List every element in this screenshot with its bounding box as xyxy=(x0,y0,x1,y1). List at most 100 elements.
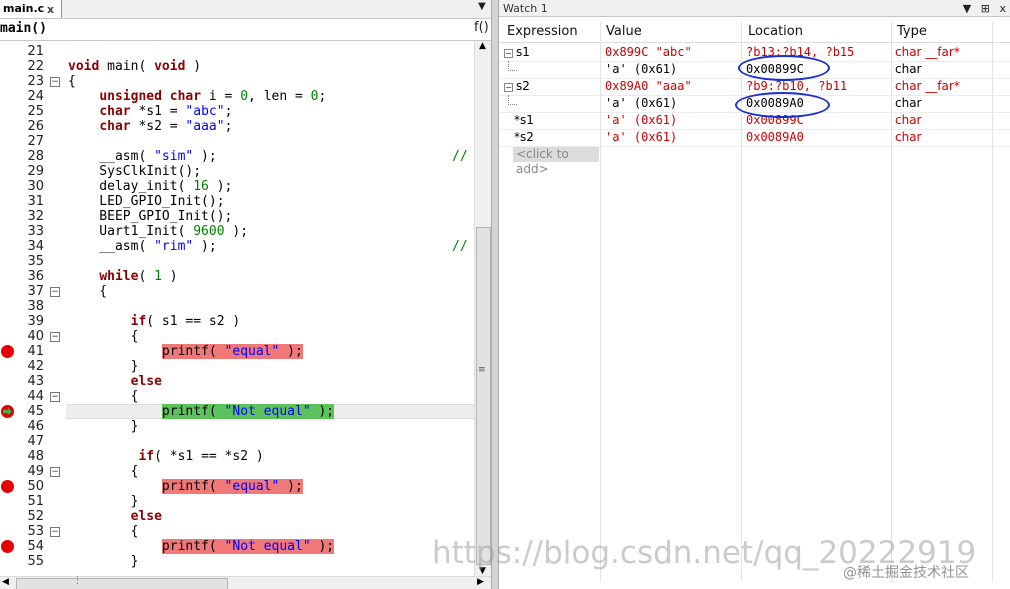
line-number: 29 xyxy=(27,164,44,179)
code-line[interactable]: while( 1 ) xyxy=(68,269,177,284)
breakpoint-icon[interactable] xyxy=(1,345,14,358)
function-bar: main() f() xyxy=(0,19,491,41)
code-line[interactable]: if( *s1 == *s2 ) xyxy=(68,449,263,464)
code-line[interactable]: else xyxy=(68,509,162,524)
code-line[interactable]: } xyxy=(68,419,139,434)
line-number: 40 xyxy=(27,329,44,344)
line-gutter[interactable]: 21 22 23−24 25 26 27 28 29 30 31 32 33 34 35 36 37−38 39… xyxy=(0,41,64,576)
line-number: 46 xyxy=(27,419,44,434)
code-line[interactable]: { xyxy=(68,74,76,89)
code-area[interactable]: void main( void ){ unsigned char i = 0, … xyxy=(66,41,474,576)
code-line[interactable]: } xyxy=(68,359,139,374)
fold-toggle-icon[interactable]: − xyxy=(50,527,60,537)
code-line[interactable]: __asm( "rim" ); xyxy=(68,239,216,254)
code-line[interactable]: unsigned char i = 0, len = 0; xyxy=(68,89,326,104)
fold-toggle-icon[interactable]: − xyxy=(50,467,60,477)
code-line[interactable]: char *s2 = "aaa"; xyxy=(68,119,232,134)
watch-expression[interactable]: *s2 xyxy=(514,130,534,144)
fold-toggle-icon[interactable]: − xyxy=(50,77,60,87)
vertical-scrollbar[interactable]: ▲ ≡ ▼ xyxy=(474,41,491,576)
watch-column-header: Expression Value Location Type xyxy=(499,22,1010,43)
close-icon[interactable]: x xyxy=(47,1,54,19)
scroll-right-icon[interactable]: ▶ xyxy=(477,577,484,587)
line-number: 42 xyxy=(27,359,44,374)
annotation-circle xyxy=(738,55,830,81)
code-line[interactable]: { xyxy=(68,329,139,344)
code-line[interactable]: void main( void ) xyxy=(68,59,201,74)
breakpoint-icon[interactable] xyxy=(1,480,14,493)
function-select[interactable]: main() xyxy=(0,21,47,36)
current-statement-arrow-icon[interactable] xyxy=(1,405,14,418)
chevron-down-icon[interactable]: ▼ xyxy=(478,1,486,12)
scroll-up-icon[interactable]: ▲ xyxy=(479,41,486,51)
line-number: 28 xyxy=(27,149,44,164)
watch-window: Watch 1 ▼ ⊞ x Expression Value Location … xyxy=(499,0,1010,589)
column-location[interactable]: Location xyxy=(748,24,803,39)
code-line[interactable]: BEEP_GPIO_Init(); xyxy=(68,209,232,224)
editor-tab-bar: main.c x ▼ xyxy=(0,0,491,19)
code-line[interactable]: Uart1_Init( 9600 ); xyxy=(68,224,248,239)
code-line[interactable]: } xyxy=(68,494,139,509)
watch-value[interactable]: 'a' (0x61) xyxy=(605,62,677,76)
comment-fragment: // xyxy=(452,149,468,164)
click-to-add-row[interactable]: <click to add> xyxy=(513,147,599,176)
watch-row[interactable]: − s2 0x89A0 "aaa" ?b9:?b10, ?b11 char __far* xyxy=(499,78,1010,96)
line-number: 21 xyxy=(27,44,44,59)
column-expression[interactable]: Expression xyxy=(507,24,578,39)
annotation-circle xyxy=(735,92,830,118)
watch-value[interactable]: 'a' (0x61) xyxy=(605,96,677,110)
code-line[interactable]: { xyxy=(68,524,139,539)
watch-type: char xyxy=(895,96,922,110)
horizontal-scrollbar[interactable]: ◀ ⋮ ▶ xyxy=(0,576,491,589)
code-line[interactable]: delay_init( 16 ); xyxy=(68,179,232,194)
watch-type: char xyxy=(895,113,922,127)
code-line[interactable]: { xyxy=(68,284,107,299)
fold-toggle-icon[interactable]: − xyxy=(50,392,60,402)
watch-type: char __far* xyxy=(895,45,960,59)
watch-expression[interactable]: *s1 xyxy=(514,113,534,127)
code-editor-pane: main.c x ▼ main() f() 21 22 23−24 25 26 27 28 2… xyxy=(0,0,491,589)
function-list-icon[interactable]: f() xyxy=(474,20,489,35)
watch-value[interactable]: 0x89A0 "aaa" xyxy=(605,79,692,93)
scroll-thumb[interactable] xyxy=(476,227,491,565)
column-value[interactable]: Value xyxy=(606,24,642,39)
code-line[interactable]: SysClkInit(); xyxy=(68,164,201,179)
code-line[interactable]: __asm( "sim" ); xyxy=(68,149,216,164)
watch-value[interactable]: 0x899C "abc" xyxy=(605,45,692,59)
grip-icon: ≡ xyxy=(478,365,486,375)
code-line[interactable]: { xyxy=(68,389,139,404)
hscroll-thumb[interactable]: ⋮ xyxy=(16,576,228,589)
line-number: 50 xyxy=(27,479,44,494)
code-line[interactable]: printf( "Not equal" ); xyxy=(68,539,335,554)
code-line[interactable]: else xyxy=(68,374,162,389)
fold-toggle-icon[interactable]: − xyxy=(50,332,60,342)
pin-icon[interactable]: ⊞ xyxy=(981,2,990,15)
tab-label: main.c xyxy=(3,2,45,15)
grip-icon: ⋮ xyxy=(73,576,82,586)
code-line[interactable]: } xyxy=(68,554,139,569)
collapse-icon[interactable]: − xyxy=(504,49,513,58)
code-line[interactable]: if( s1 == s2 ) xyxy=(68,314,241,329)
scroll-left-icon[interactable]: ◀ xyxy=(2,577,9,587)
line-number: 30 xyxy=(27,179,44,194)
watch-expression[interactable]: s2 xyxy=(516,79,530,93)
line-number: 25 xyxy=(27,104,44,119)
fold-toggle-icon[interactable]: − xyxy=(50,287,60,297)
code-line[interactable]: { xyxy=(68,464,139,479)
code-line[interactable]: printf( "Not equal" ); xyxy=(68,404,335,419)
watch-value[interactable]: 'a' (0x61) xyxy=(605,130,677,144)
code-line[interactable]: printf( "equal" ); xyxy=(68,344,303,359)
collapse-icon[interactable]: − xyxy=(504,83,513,92)
pane-splitter[interactable] xyxy=(491,0,499,589)
code-line[interactable]: printf( "equal" ); xyxy=(68,479,303,494)
watch-value[interactable]: 'a' (0x61) xyxy=(605,113,677,127)
code-line[interactable]: char *s1 = "abc"; xyxy=(68,104,232,119)
close-icon[interactable]: x xyxy=(999,2,1006,15)
code-line[interactable]: LED_GPIO_Init(); xyxy=(68,194,224,209)
watch-expression[interactable]: s1 xyxy=(516,45,530,59)
watch-row[interactable]: *s2 'a' (0x61) 0x0089A0 char xyxy=(499,129,1010,147)
column-type[interactable]: Type xyxy=(897,24,927,39)
breakpoint-icon[interactable] xyxy=(1,540,14,553)
chevron-down-icon[interactable]: ▼ xyxy=(963,2,971,15)
tab-main-c[interactable]: main.c x xyxy=(0,0,62,18)
